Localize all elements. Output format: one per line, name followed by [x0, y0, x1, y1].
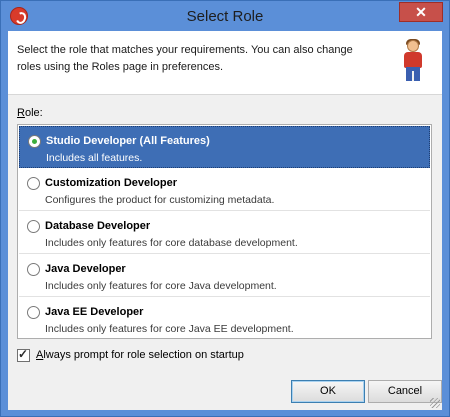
dialog-content: Select the role that matches your requir… [8, 31, 442, 410]
select-role-dialog: Select Role ✕ Select the role that match… [0, 0, 450, 417]
radio-button[interactable] [27, 220, 40, 233]
intro-text: Select the role that matches your requir… [17, 44, 353, 73]
radio-button[interactable] [27, 177, 40, 190]
resize-grip-icon[interactable] [430, 398, 440, 408]
radio-button-checked[interactable] [28, 135, 41, 148]
role-description: Includes only features for core Java dev… [45, 280, 277, 292]
ok-button[interactable]: OK [291, 380, 365, 403]
role-item-java-developer[interactable]: Java Developer Includes only features fo… [19, 255, 430, 297]
title-bar[interactable]: Select Role ✕ [1, 1, 449, 31]
role-title: Customization Developer [45, 177, 178, 189]
radio-button[interactable] [27, 306, 40, 319]
always-prompt-text: lways prompt for role selection on start… [43, 349, 244, 361]
role-label-text: ole: [24, 107, 43, 119]
role-title: Database Developer [45, 220, 151, 232]
always-prompt-label[interactable]: Always prompt for role selection on star… [36, 349, 244, 361]
role-description: Configures the product for customizing m… [45, 194, 275, 206]
person-icon [401, 39, 425, 83]
role-item-studio-developer[interactable]: Studio Developer (All Features) Includes… [19, 126, 430, 168]
role-description: Includes all features. [46, 152, 143, 164]
role-list[interactable]: Studio Developer (All Features) Includes… [17, 124, 432, 339]
header-panel: Select the role that matches your requir… [8, 31, 442, 95]
role-item-database-developer[interactable]: Database Developer Includes only feature… [19, 212, 430, 254]
always-prompt-checkbox[interactable] [17, 347, 30, 362]
role-title: Java Developer [45, 263, 126, 275]
role-label: Role: [17, 107, 43, 119]
role-label-access-key: R [17, 107, 25, 119]
role-title: Studio Developer (All Features) [46, 135, 210, 147]
window-title: Select Role [186, 8, 264, 25]
role-description: Includes only features for core Java EE … [45, 323, 294, 335]
role-description: Includes only features for core database… [45, 237, 298, 249]
role-item-customization-developer[interactable]: Customization Developer Configures the p… [19, 169, 430, 211]
role-item-java-ee-developer[interactable]: Java EE Developer Includes only features… [19, 298, 430, 340]
radio-button[interactable] [27, 263, 40, 276]
role-title: Java EE Developer [45, 306, 144, 318]
close-button[interactable]: ✕ [399, 2, 443, 22]
